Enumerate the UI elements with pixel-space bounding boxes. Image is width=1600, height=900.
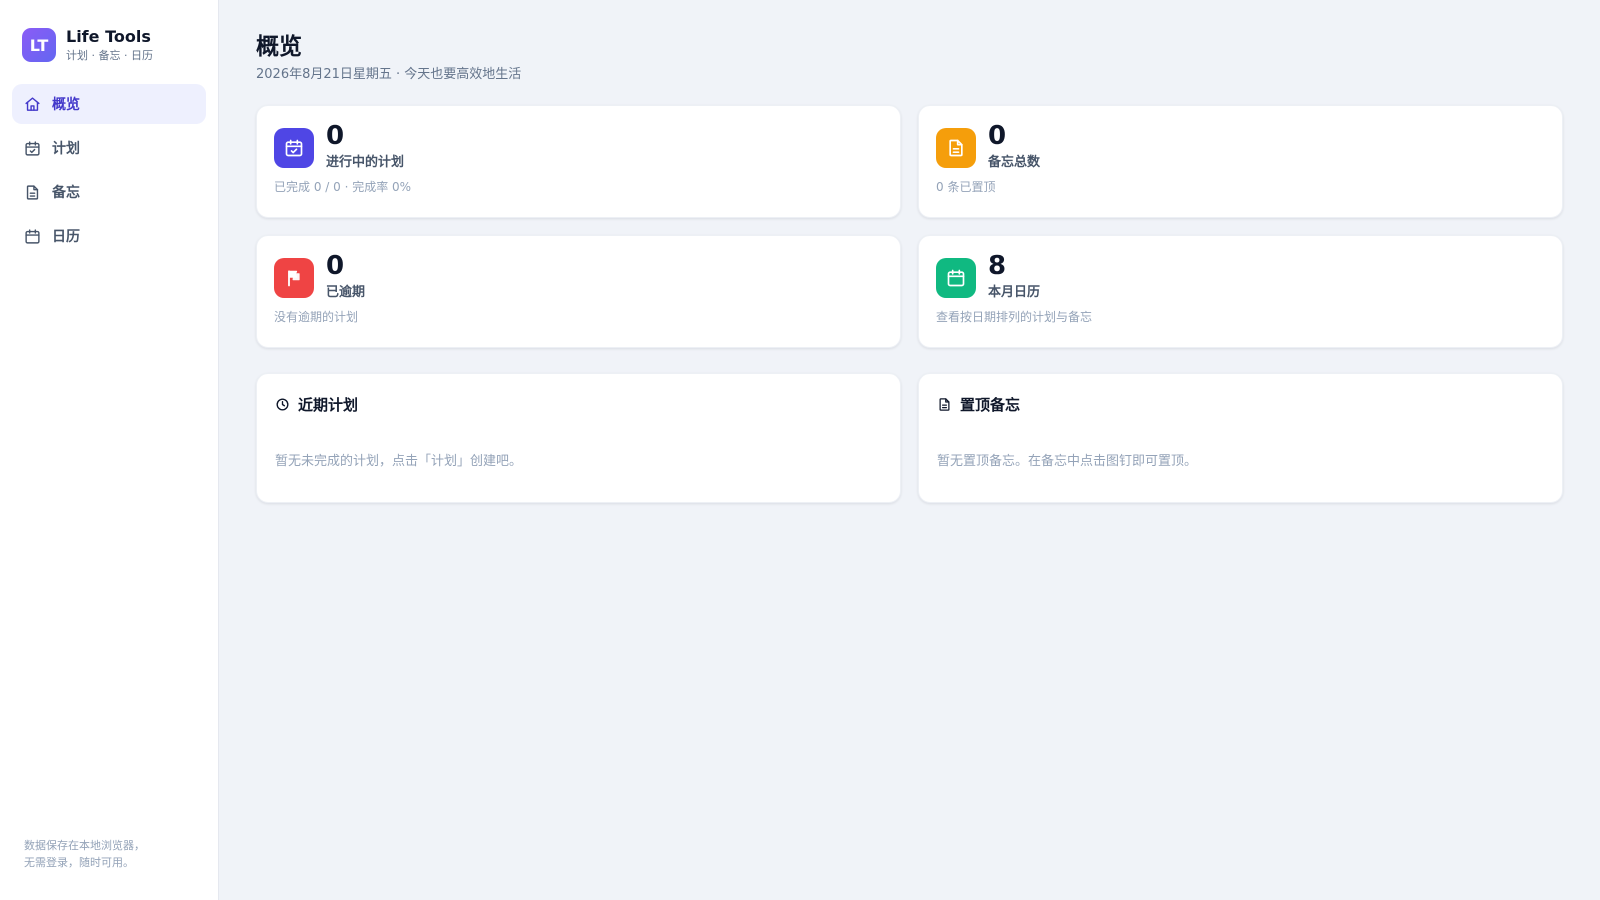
home-icon xyxy=(25,96,40,111)
panel-empty-text: 暂无置顶备忘。在备忘中点击图钉即可置顶。 xyxy=(937,454,1198,469)
brand-text: Life Tools 计划 · 备忘 · 日历 xyxy=(66,27,153,63)
stat-card-active-plans[interactable]: 0 进行中的计划 已完成 0 / 0 · 完成率 0% xyxy=(256,105,901,218)
sidebar: LT Life Tools 计划 · 备忘 · 日历 概览 计划 备忘 日历 数… xyxy=(0,0,219,900)
footer-line: 数据保存在本地浏览器， xyxy=(24,839,145,852)
brand-subtitle: 计划 · 备忘 · 日历 xyxy=(66,49,153,62)
stat-card-overdue[interactable]: 0 已逾期 没有逾期的计划 xyxy=(256,235,901,348)
flag-icon xyxy=(288,270,300,287)
brand: LT Life Tools 计划 · 备忘 · 日历 xyxy=(0,0,218,63)
main-content: 概览 2026年8月21日星期五 · 今天也要高效地生活 0 进行中的计划 已完… xyxy=(219,0,1600,900)
sidebar-item-memos[interactable]: 备忘 xyxy=(12,172,206,212)
sidebar-item-plans[interactable]: 计划 xyxy=(12,128,206,168)
calendar-icon xyxy=(25,228,40,244)
stat-description: 查看按日期排列的计划与备忘 xyxy=(936,310,1093,324)
stat-icon-box xyxy=(936,258,976,298)
stat-label: 备忘总数 xyxy=(988,155,1041,170)
sidebar-item-label: 计划 xyxy=(52,141,80,157)
app-root: LT Life Tools 计划 · 备忘 · 日历 概览 计划 备忘 日历 数… xyxy=(0,0,1600,900)
stat-card-memo-count[interactable]: 0 备忘总数 0 条已置顶 xyxy=(918,105,1563,218)
recent-plans-panel: 近期计划 暂无未完成的计划，点击「计划」创建吧。 xyxy=(256,373,901,503)
stat-icon-box xyxy=(274,128,314,168)
stat-label: 进行中的计划 xyxy=(326,155,405,170)
stats-grid: 0 进行中的计划 已完成 0 / 0 · 完成率 0% 0 备忘总数 0 条已置… xyxy=(256,105,1564,348)
sidebar-item-overview[interactable]: 概览 xyxy=(12,84,206,124)
brand-logo: LT xyxy=(22,28,56,62)
stat-icon-box xyxy=(274,258,314,298)
stat-card-month-calendar[interactable]: 8 本月日历 查看按日期排列的计划与备忘 xyxy=(918,235,1563,348)
panel-empty-text: 暂无未完成的计划，点击「计划」创建吧。 xyxy=(275,454,523,469)
stat-label: 已逾期 xyxy=(326,285,366,300)
panel-title: 置顶备忘 xyxy=(960,396,1021,414)
stat-description: 已完成 0 / 0 · 完成率 0% xyxy=(274,180,412,194)
stat-description: 没有逾期的计划 xyxy=(274,310,359,324)
panels-grid: 近期计划 暂无未完成的计划，点击「计划」创建吧。 置顶备忘 暂无置顶备忘。在备忘… xyxy=(256,373,1564,503)
page-subtitle: 2026年8月21日星期五 · 今天也要高效地生活 xyxy=(256,67,522,82)
sidebar-item-label: 备忘 xyxy=(52,185,80,201)
sidebar-item-label: 概览 xyxy=(52,97,80,113)
page-title: 概览 xyxy=(256,34,302,60)
stat-value: 0 xyxy=(988,121,1007,151)
calendar-icon xyxy=(947,269,965,287)
document-icon xyxy=(26,184,39,200)
document-icon xyxy=(949,139,963,157)
stat-label: 本月日历 xyxy=(988,285,1041,300)
sidebar-item-label: 日历 xyxy=(52,229,80,245)
stat-icon-box xyxy=(936,128,976,168)
calendar-check-icon xyxy=(25,140,40,156)
sidebar-nav: 概览 计划 备忘 日历 xyxy=(0,84,218,256)
pinned-memos-panel: 置顶备忘 暂无置顶备忘。在备忘中点击图钉即可置顶。 xyxy=(918,373,1563,503)
sidebar-item-calendar[interactable]: 日历 xyxy=(12,216,206,256)
sidebar-footer: 数据保存在本地浏览器， 无需登录，随时可用。 xyxy=(24,837,194,871)
stat-description: 0 条已置顶 xyxy=(936,180,996,194)
stat-value: 0 xyxy=(326,251,345,281)
stat-value: 0 xyxy=(326,121,345,151)
panel-title: 近期计划 xyxy=(298,396,359,414)
brand-title: Life Tools xyxy=(66,27,151,46)
calendar-check-icon xyxy=(285,139,303,157)
stat-value: 8 xyxy=(988,251,1007,281)
footer-line: 无需登录，随时可用。 xyxy=(24,856,134,869)
clock-icon xyxy=(276,398,289,411)
document-icon xyxy=(939,398,950,411)
